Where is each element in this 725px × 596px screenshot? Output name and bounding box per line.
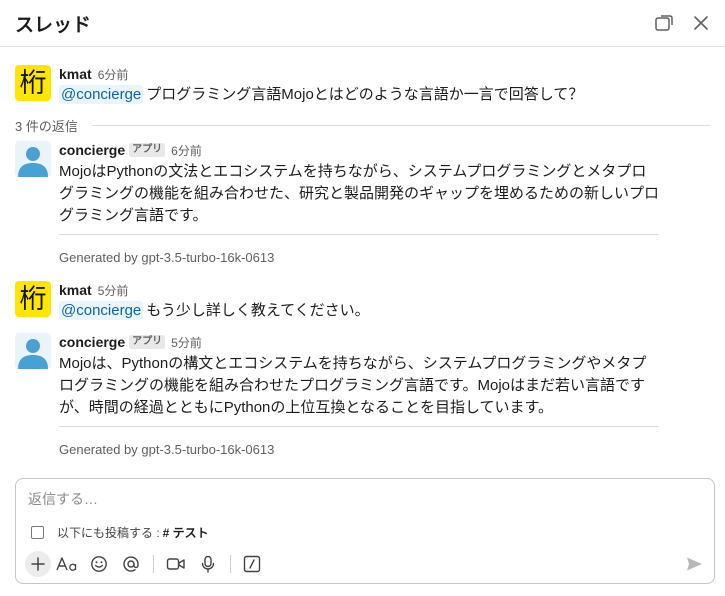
toolbar-divider [230,555,231,573]
avatar[interactable]: 桁 [15,281,51,317]
audio-clip-button[interactable] [195,551,221,577]
message-text: MojoはPythonの文法とエコシステムを持ちながら、システムプログラミングと… [59,161,661,227]
emoji-icon [91,556,107,572]
mention[interactable]: @concierge [59,85,144,104]
message-text: Mojoは、Pythonの構文とエコシステムを持ちながら、システムプログラミング… [59,353,661,419]
close-icon [694,16,708,30]
divider-line [91,124,710,126]
author-name[interactable]: kmat [59,282,92,298]
plus-icon [31,557,45,571]
close-button[interactable] [690,12,712,34]
timestamp[interactable]: 6分前 [171,142,202,159]
also-send-label: 以下にも投稿する : [57,525,160,540]
generated-by-note: Generated by gpt-3.5-turbo-16k-0613 [59,250,275,265]
generated-by-note: Generated by gpt-3.5-turbo-16k-0613 [59,442,275,457]
microphone-icon [201,555,215,573]
message-line: ログラミングの機能を組み合わせたプログラミング言語です。Mojoはまだ若い言語で… [59,377,646,394]
attachment-divider [59,426,659,427]
also-send-checkbox[interactable] [31,525,44,539]
thread-title: スレッド [15,15,92,36]
popout-button[interactable] [653,12,675,34]
thread-header: スレッド [0,0,725,47]
shortcuts-button[interactable] [239,551,265,577]
author-name[interactable]: concierge [59,142,125,158]
send-button[interactable] [681,551,707,577]
app-badge: アプリ [129,335,166,349]
channel-name: # テスト [162,525,209,540]
composer-toolbar [25,551,711,577]
send-icon [687,557,702,571]
author-name[interactable]: kmat [59,66,92,82]
message-line: グラミングの機能を組み合わせた、研究と製品開発のギャップを埋めるための新しいプロ [59,185,660,202]
message-line: が、時間の経過とともにPythonの上位互換となることを目指しています。 [59,399,554,416]
video-icon [166,558,185,570]
slash-command-icon [243,555,261,573]
reply-input[interactable] [28,489,628,509]
message-text: @concierge もう少し詳しく教えてください。 [59,300,661,322]
timestamp[interactable]: 6分前 [98,66,129,83]
attachment-divider [59,234,659,235]
message-body: プログラミング言語Mojoとはどのような言語か一言で回答して？ [146,86,584,103]
attach-button[interactable] [25,551,51,577]
message-body: もう少し詳しく教えてください。 [146,302,370,319]
avatar[interactable]: 桁 [15,65,51,101]
message-text: @concierge プログラミング言語Mojoとはどのような言語か一言で回答して… [59,84,661,106]
mention-button[interactable] [118,551,144,577]
app-badge: アプリ [129,143,166,157]
text-format-icon [56,557,77,571]
format-button[interactable] [54,551,80,577]
reply-composer: 以下にも投稿する : # テスト [15,478,715,584]
video-clip-button[interactable] [163,551,189,577]
bot-avatar-icon [18,147,48,177]
message-line: グラミング言語です。 [59,207,208,224]
popout-icon [655,15,673,31]
avatar[interactable] [15,333,51,369]
message-line: MojoはPythonの文法とエコシステムを持ちながら、システムプログラミングと… [59,163,647,180]
avatar-glyph: 桁 [19,67,47,99]
avatar-glyph: 桁 [19,283,47,315]
also-send-option: 以下にも投稿する : # テスト [31,523,209,541]
emoji-button[interactable] [86,551,112,577]
timestamp[interactable]: 5分前 [98,282,129,299]
avatar[interactable] [15,141,51,177]
replies-count: 3 件の返信 [15,118,78,134]
bot-avatar-icon [18,339,48,369]
mention-icon [123,556,139,572]
toolbar-divider [153,555,154,573]
author-name[interactable]: concierge [59,334,125,350]
message-line: Mojoは、Pythonの構文とエコシステムを持ちながら、システムプログラミング… [59,355,647,372]
timestamp[interactable]: 5分前 [171,334,202,351]
mention[interactable]: @concierge [59,301,144,320]
replies-divider: 3 件の返信 [15,116,710,134]
